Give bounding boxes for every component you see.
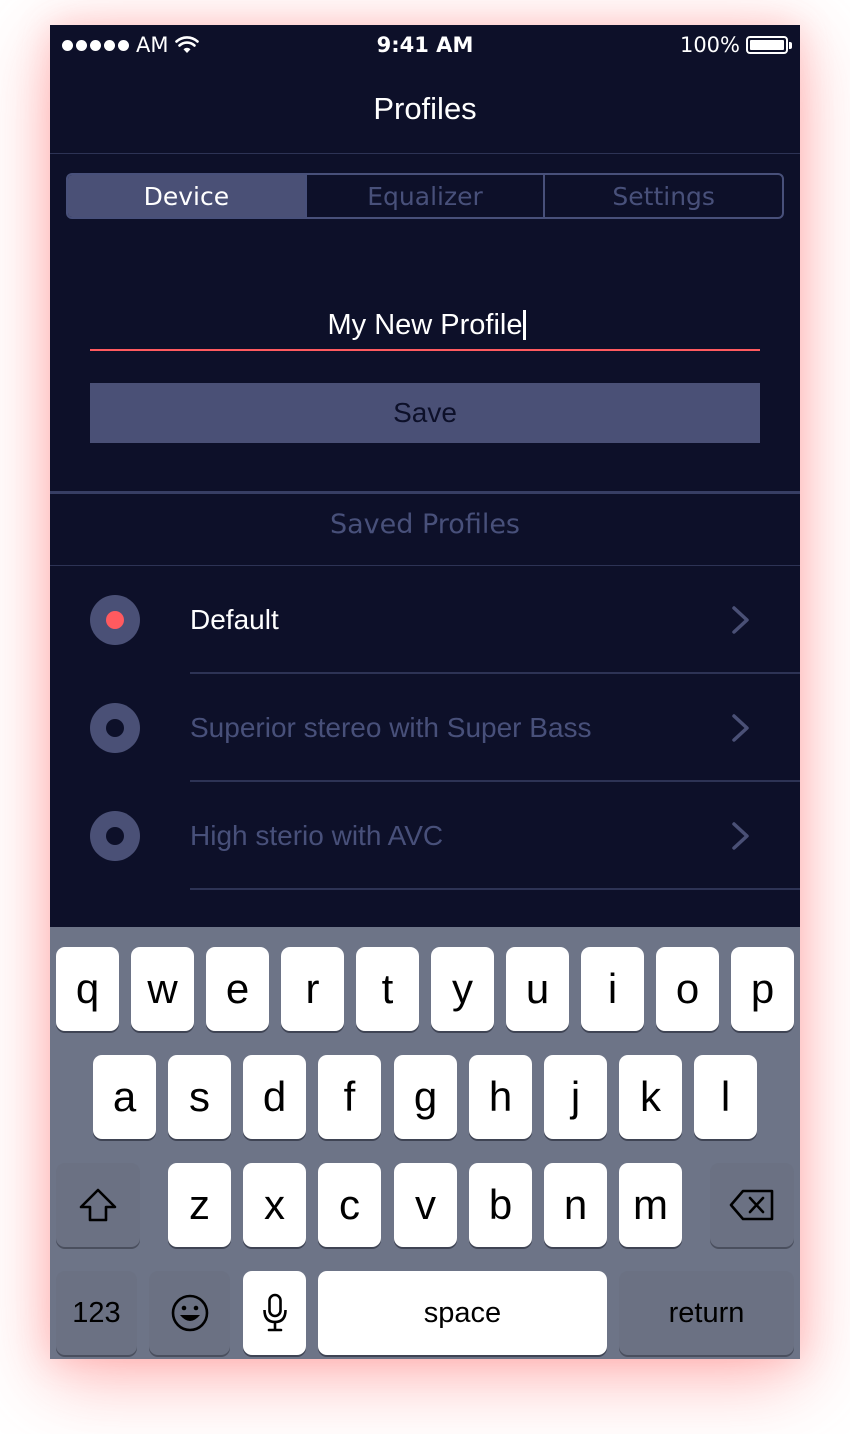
key-c[interactable]: c bbox=[318, 1163, 381, 1247]
tab-device[interactable]: Device bbox=[68, 175, 305, 217]
key-e[interactable]: e bbox=[206, 947, 269, 1031]
space-key[interactable]: space bbox=[318, 1271, 607, 1355]
key-q[interactable]: q bbox=[56, 947, 119, 1031]
radio-unselected-icon[interactable] bbox=[90, 703, 140, 753]
onscreen-keyboard: q w e r t y u i o p a s d f g h j k l z … bbox=[50, 927, 800, 1359]
key-d[interactable]: d bbox=[243, 1055, 306, 1139]
key-i[interactable]: i bbox=[581, 947, 644, 1031]
phone-screen: AM 9:41 AM 100% Profiles Device Equalize… bbox=[50, 25, 800, 1359]
shift-key[interactable] bbox=[56, 1163, 140, 1247]
key-s[interactable]: s bbox=[168, 1055, 231, 1139]
chevron-right-icon bbox=[732, 606, 749, 634]
chevron-right-icon bbox=[732, 714, 749, 742]
microphone-icon bbox=[262, 1293, 287, 1332]
profile-row-superior-stereo[interactable]: Superior stereo with Super Bass bbox=[50, 674, 800, 782]
row-divider bbox=[190, 888, 800, 890]
key-t[interactable]: t bbox=[356, 947, 419, 1031]
save-button[interactable]: Save bbox=[90, 383, 760, 443]
key-b[interactable]: b bbox=[469, 1163, 532, 1247]
key-g[interactable]: g bbox=[394, 1055, 457, 1139]
emoji-icon bbox=[171, 1294, 208, 1332]
radio-selected-icon[interactable] bbox=[90, 595, 140, 645]
saved-profiles-heading: Saved Profiles bbox=[329, 509, 520, 540]
key-v[interactable]: v bbox=[394, 1163, 457, 1247]
tab-settings[interactable]: Settings bbox=[543, 175, 782, 217]
key-p[interactable]: p bbox=[731, 947, 794, 1031]
profile-label: High sterio with AVC bbox=[190, 820, 444, 851]
key-m[interactable]: m bbox=[619, 1163, 682, 1247]
page-title: Profiles bbox=[373, 91, 477, 126]
key-j[interactable]: j bbox=[544, 1055, 607, 1139]
return-key[interactable]: return bbox=[619, 1271, 794, 1355]
key-w[interactable]: w bbox=[131, 947, 194, 1031]
dictation-key[interactable] bbox=[243, 1271, 306, 1355]
profile-row-high-stereo[interactable]: High sterio with AVC bbox=[50, 782, 800, 890]
profile-label: Superior stereo with Super Bass bbox=[190, 712, 592, 743]
key-n[interactable]: n bbox=[544, 1163, 607, 1247]
key-x[interactable]: x bbox=[243, 1163, 306, 1247]
shift-icon bbox=[79, 1188, 117, 1222]
radio-unselected-icon[interactable] bbox=[90, 811, 140, 861]
battery-icon bbox=[746, 36, 792, 54]
key-l[interactable]: l bbox=[694, 1055, 757, 1139]
key-o[interactable]: o bbox=[656, 947, 719, 1031]
profile-label: Default bbox=[190, 604, 279, 635]
key-y[interactable]: y bbox=[431, 947, 494, 1031]
key-h[interactable]: h bbox=[469, 1055, 532, 1139]
numbers-key[interactable]: 123 bbox=[56, 1271, 137, 1355]
profile-name-input[interactable] bbox=[90, 301, 760, 351]
tab-equalizer[interactable]: Equalizer bbox=[304, 175, 544, 217]
chevron-right-icon bbox=[732, 822, 749, 850]
battery-percent: 100% bbox=[679, 33, 740, 57]
header-divider bbox=[50, 153, 800, 154]
status-bar: AM 9:41 AM 100% bbox=[50, 25, 800, 65]
key-r[interactable]: r bbox=[281, 947, 344, 1031]
text-cursor bbox=[523, 310, 526, 340]
segmented-control: Device Equalizer Settings bbox=[66, 173, 784, 219]
backspace-key[interactable] bbox=[710, 1163, 794, 1247]
status-right: 100% bbox=[679, 33, 792, 57]
backspace-icon bbox=[729, 1189, 774, 1221]
profile-row-default[interactable]: Default bbox=[50, 566, 800, 674]
key-a[interactable]: a bbox=[93, 1055, 156, 1139]
section-divider bbox=[50, 491, 800, 494]
key-z[interactable]: z bbox=[168, 1163, 231, 1247]
emoji-key[interactable] bbox=[149, 1271, 230, 1355]
key-k[interactable]: k bbox=[619, 1055, 682, 1139]
key-u[interactable]: u bbox=[506, 947, 569, 1031]
key-f[interactable]: f bbox=[318, 1055, 381, 1139]
